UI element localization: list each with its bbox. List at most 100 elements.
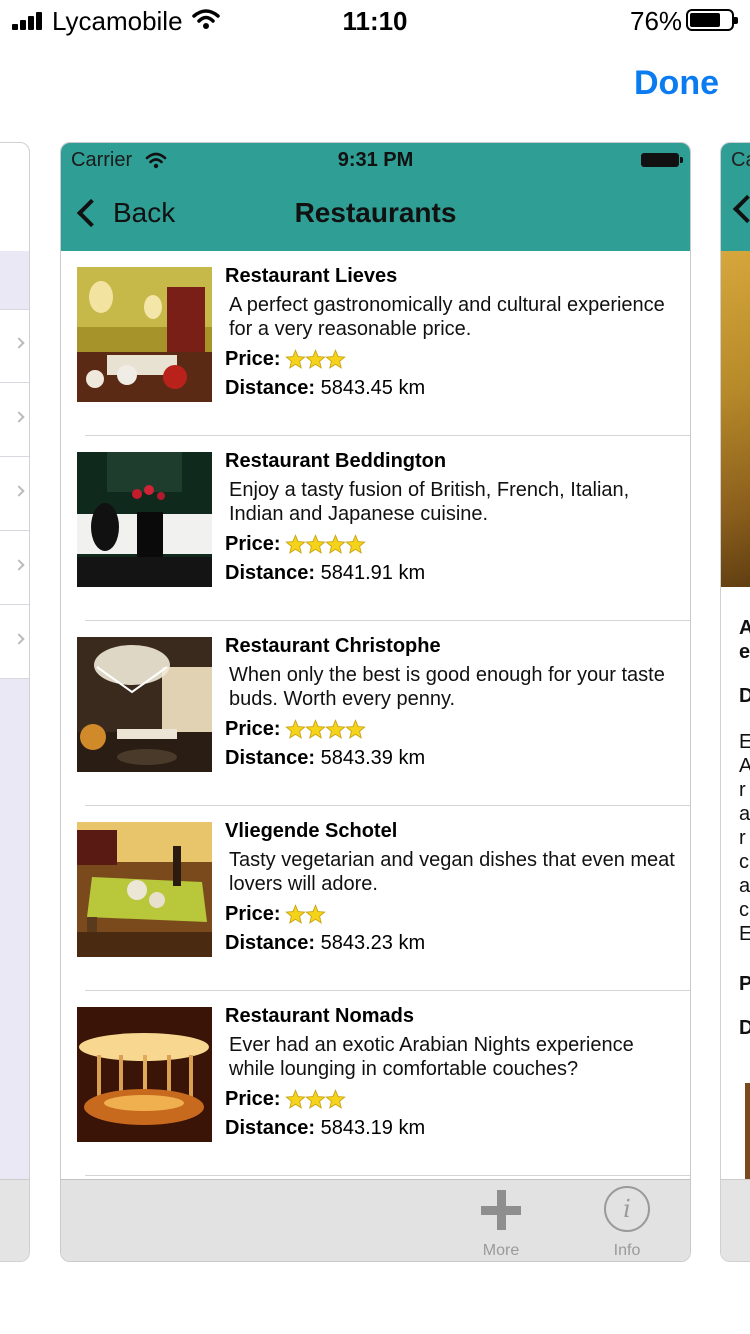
detail-text-fragment: r (739, 827, 746, 849)
distance: Distance: 5843.19 km (225, 1117, 425, 1140)
restaurant-thumbnail (77, 822, 212, 957)
price-rating: Price: (225, 533, 366, 556)
chevron-right-icon (13, 411, 25, 423)
restaurant-list-item[interactable]: Restaurant Christophe When only the best … (61, 621, 690, 806)
star-icon (304, 349, 326, 369)
distance-label: Distance: (225, 562, 316, 584)
tab-bar (721, 1179, 750, 1261)
price-label: Price: (225, 903, 281, 925)
distance-label: Distance: (225, 377, 316, 399)
distance: Distance: 5843.39 km (225, 747, 425, 770)
distance: Distance: 5843.23 km (225, 932, 425, 955)
price-label: Price: (225, 1088, 281, 1110)
restaurant-name: Restaurant Christophe (225, 635, 441, 657)
distance: Distance: 5841.91 km (225, 562, 425, 585)
star-icon (284, 349, 306, 369)
detail-text-fragment: A (739, 617, 750, 640)
battery-percentage: 76% (630, 6, 683, 36)
restaurant-list-item[interactable]: Restaurant Beddington Enjoy a tasty fusio… (61, 436, 690, 621)
next-screen-card[interactable]: Ca A e D E A r a r c a c E P D (720, 142, 750, 1262)
back-label: Back (113, 197, 176, 228)
restaurant-thumbnail (77, 637, 212, 772)
distance-value: 5843.45 km (320, 377, 426, 399)
list-item (0, 605, 29, 679)
chevron-right-icon (13, 337, 25, 349)
star-icon (344, 719, 366, 739)
restaurant-list-item[interactable]: Vliegende Schotel Tasty vegetarian and ve… (61, 806, 690, 991)
list-item (0, 457, 29, 531)
distance: Distance: 5843.45 km (225, 377, 425, 400)
distance-value: 5843.39 km (320, 747, 426, 769)
done-button[interactable]: Done (634, 64, 719, 103)
distance-value: 5841.91 km (320, 562, 426, 584)
price-label: Price: (225, 348, 281, 370)
star-icon (284, 1089, 306, 1109)
restaurants-screen-card[interactable]: Carrier 9:31 PM Back Restaurants Restaur… (60, 142, 691, 1262)
price-stars (284, 904, 326, 925)
restaurant-thumbnail (77, 1007, 212, 1142)
chevron-right-icon (13, 633, 25, 645)
star-icon (284, 534, 306, 554)
price-stars (284, 534, 366, 555)
star-icon (304, 1089, 326, 1109)
restaurant-thumbnail (77, 452, 212, 587)
back-button[interactable]: Back (73, 193, 175, 233)
price-rating: Price: (225, 348, 346, 371)
chevron-left-icon (76, 198, 106, 228)
price-label: Price: (225, 533, 281, 555)
star-icon (324, 719, 346, 739)
star-icon (304, 904, 326, 924)
price-rating: Price: (225, 1088, 346, 1111)
navigation-bar: Ca (721, 143, 750, 251)
tab-more[interactable]: More (461, 1180, 541, 1261)
tab-more-label: More (482, 1242, 520, 1259)
chevron-right-icon (13, 559, 25, 571)
restaurant-photo (721, 251, 750, 587)
restaurant-description: Ever had an exotic Arabian Nights experi… (229, 1034, 634, 1080)
list-item (0, 383, 29, 457)
restaurant-list-item[interactable]: Restaurant Lieves A perfect gastronomical… (61, 251, 690, 436)
distance-value: 5843.23 km (320, 932, 426, 954)
restaurant-description: A perfect gastronomically and cultural e… (229, 294, 665, 340)
detail-text-fragment: P (739, 973, 750, 996)
star-icon (284, 904, 306, 924)
tab-bar: More i Info (61, 1179, 690, 1261)
star-icon (284, 719, 306, 739)
chevron-left-icon (732, 194, 750, 224)
restaurant-list-item[interactable]: Restaurant Nomads Ever had an exotic Arab… (61, 991, 690, 1176)
distance-label: Distance: (225, 1117, 316, 1139)
device-status-bar: Lycamobile 11:10 76% (0, 0, 750, 40)
distance-label: Distance: (225, 932, 316, 954)
tab-info-label: Info (613, 1242, 641, 1259)
battery-icon (686, 9, 738, 31)
star-icon (324, 1089, 346, 1109)
thumbnail-fragment (745, 1083, 750, 1179)
restaurant-description: Enjoy a tasty fusion of British, French,… (229, 479, 630, 525)
star-icon (344, 534, 366, 554)
tab-info[interactable]: i Info (587, 1180, 667, 1261)
distance-value: 5843.19 km (320, 1117, 426, 1139)
restaurant-name: Vliegende Schotel (225, 820, 398, 842)
detail-text-fragment: a (739, 803, 750, 825)
star-icon (304, 719, 326, 739)
plus-icon (481, 1190, 521, 1230)
distance-label: Distance: (225, 747, 316, 769)
restaurant-name: Restaurant Beddington (225, 450, 447, 472)
detail-text-fragment: E (739, 731, 750, 754)
detail-text-fragment: A (739, 755, 750, 778)
detail-text-fragment: E (739, 923, 750, 946)
restaurant-description: When only the best is good enough for yo… (229, 664, 665, 710)
restaurant-name: Restaurant Lieves (225, 265, 398, 287)
price-rating: Price: (225, 903, 326, 926)
restaurant-list[interactable]: Restaurant Lieves A perfect gastronomical… (61, 251, 690, 1179)
previous-screen-card[interactable] (0, 142, 30, 1262)
restaurant-description: Tasty vegetarian and vegan dishes that e… (229, 849, 675, 895)
detail-text-fragment: r (739, 779, 746, 801)
star-icon (304, 534, 326, 554)
battery-icon (641, 153, 683, 167)
list-item (0, 531, 29, 605)
carrier-name-fragment: Ca (731, 149, 750, 171)
restaurant-name: Restaurant Nomads (225, 1005, 414, 1027)
price-rating: Price: (225, 718, 366, 741)
price-stars (284, 1089, 346, 1110)
